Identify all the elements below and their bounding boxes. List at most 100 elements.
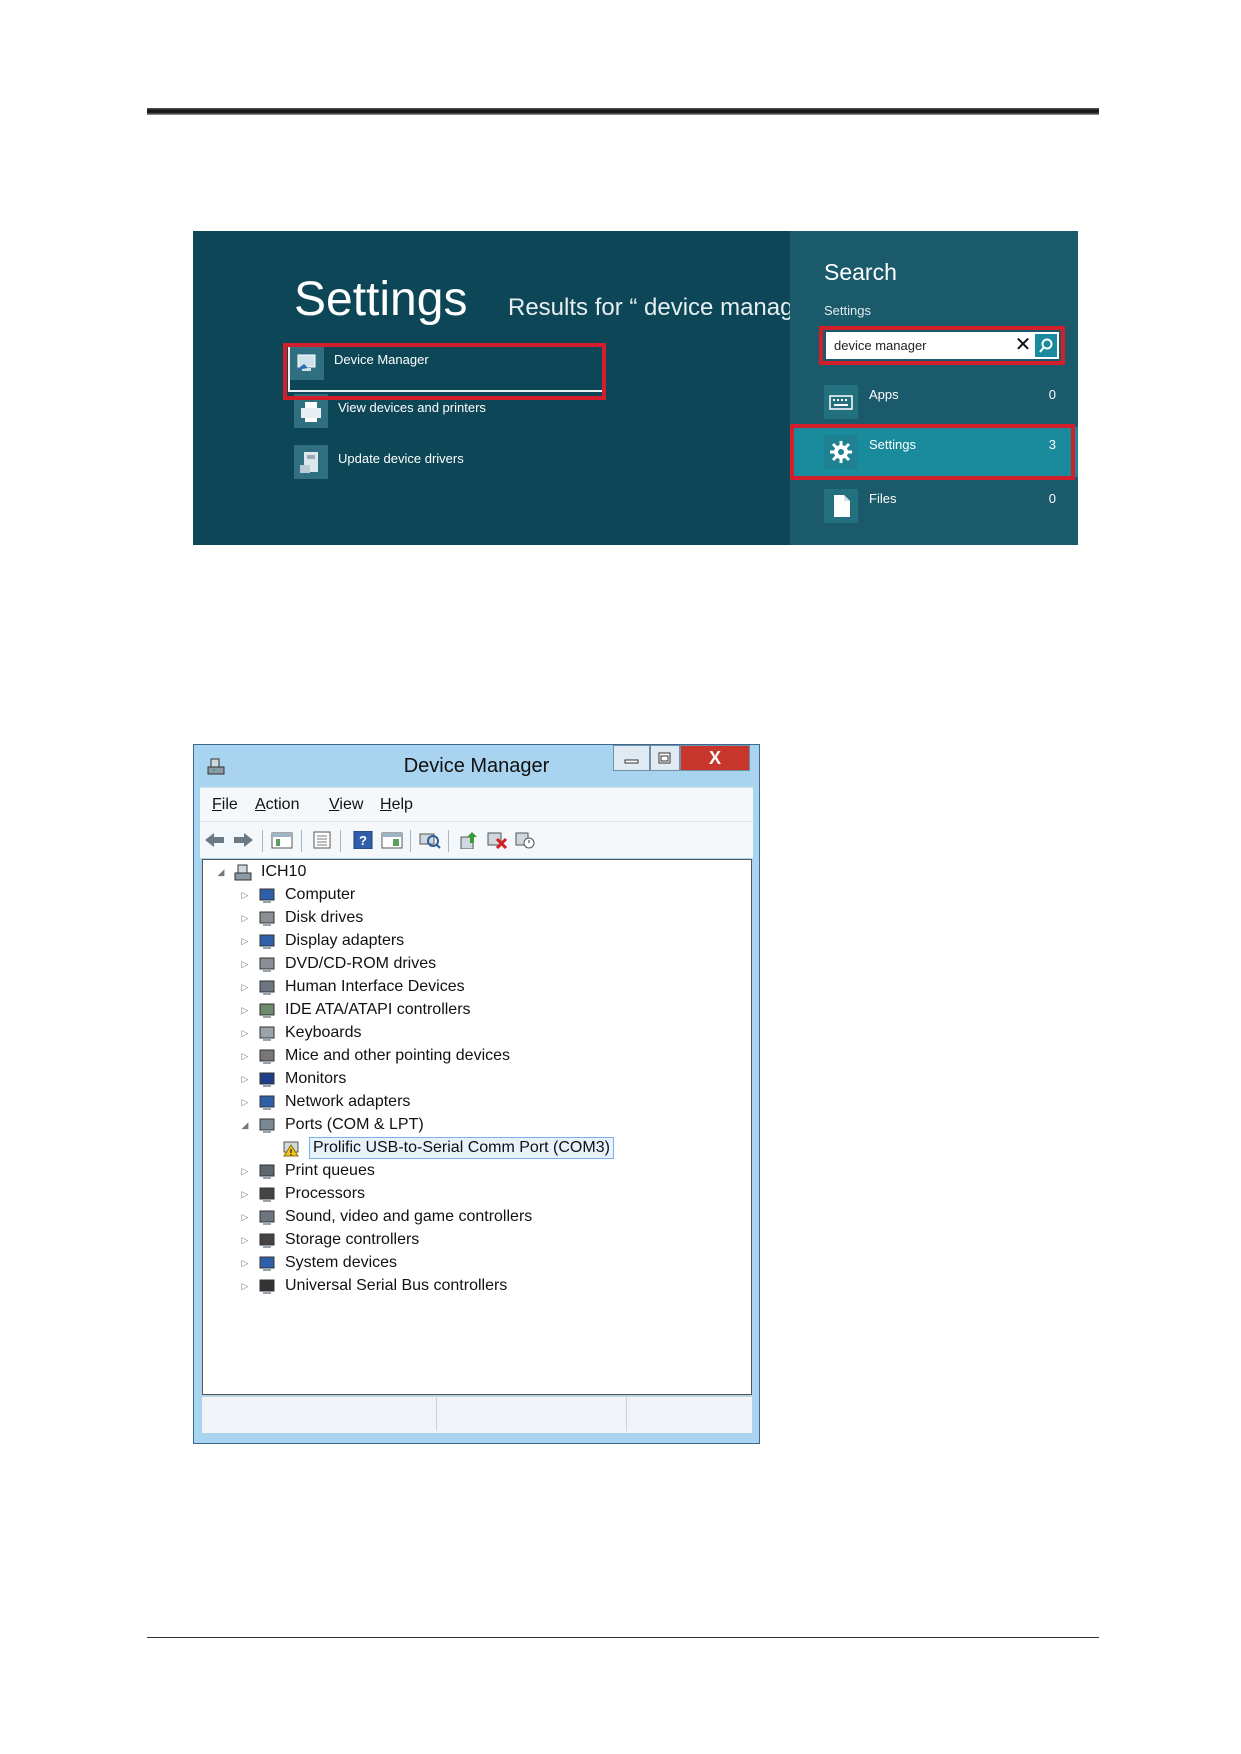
expand-arrow-icon[interactable]: ▷ [239, 890, 251, 901]
expand-arrow-icon[interactable]: ▷ [239, 1074, 251, 1085]
tree-item-label: System devices [285, 1254, 398, 1271]
expand-arrow-icon[interactable]: ▷ [239, 1005, 251, 1016]
results-for-label: Results for “ device manager [508, 294, 815, 321]
tree-category-item[interactable]: ▷ Universal Serial Bus controllers [239, 1274, 507, 1298]
category-count: 0 [1048, 491, 1056, 506]
tree-root[interactable]: ◢ ICH10 [215, 860, 306, 884]
file-icon [824, 489, 858, 523]
system-device-icon [257, 1254, 277, 1272]
help-icon[interactable]: ? [352, 830, 373, 850]
update-driver-icon[interactable] [458, 831, 478, 850]
expand-arrow-icon[interactable]: ▷ [239, 982, 251, 993]
storage-controller-icon [257, 1231, 277, 1249]
expand-arrow-icon[interactable]: ▷ [239, 1166, 251, 1177]
expand-arrow-icon[interactable]: ▷ [239, 1189, 251, 1200]
ide-controller-icon [257, 1001, 277, 1019]
category-label: Apps [869, 387, 899, 402]
svg-text:?: ? [359, 833, 367, 848]
expand-arrow-icon[interactable]: ▷ [239, 1097, 251, 1108]
port-icon [257, 1116, 277, 1134]
result-label: Update device drivers [338, 451, 464, 466]
menu-help[interactable]: Help [380, 796, 413, 814]
highlight-search-box [819, 326, 1065, 365]
category-files[interactable]: Files 0 [790, 481, 1078, 531]
tree-item-label: Sound, video and game controllers [285, 1208, 533, 1225]
tree-item-label: Keyboards [285, 1024, 362, 1041]
tree-category-item[interactable]: ▷ Display adapters [239, 929, 404, 953]
hid-icon [257, 978, 277, 996]
expand-arrow-icon[interactable]: ▷ [239, 1281, 251, 1292]
tree-item-label: Universal Serial Bus controllers [285, 1277, 508, 1294]
mouse-icon [257, 1047, 277, 1065]
tree-category-item[interactable]: ▷ System devices [239, 1251, 397, 1275]
status-separator [626, 1397, 627, 1431]
maximize-button[interactable] [650, 745, 680, 771]
warning-port-icon [281, 1139, 301, 1157]
menu-action[interactable]: Action [255, 796, 299, 814]
tree-category-item[interactable]: ▷ Mice and other pointing devices [239, 1044, 510, 1068]
forward-icon[interactable] [232, 831, 253, 849]
expand-arrow-icon[interactable]: ▷ [239, 913, 251, 924]
tree-device-item[interactable]: Prolific USB-to-Serial Comm Port (COM3) [263, 1136, 614, 1160]
menu-file[interactable]: File [212, 796, 238, 814]
toolbar-separator [340, 830, 341, 852]
tree-item-label: Processors [285, 1185, 366, 1202]
status-bar [202, 1396, 752, 1433]
computer-icon [257, 886, 277, 904]
tree-category-item[interactable]: ◢ Ports (COM & LPT) [239, 1113, 424, 1137]
tree-category-item[interactable]: ▷ Processors [239, 1182, 365, 1206]
toolbar-separator [262, 830, 263, 852]
expand-arrow-icon[interactable]: ▷ [239, 1212, 251, 1223]
tree-category-item[interactable]: ▷ Sound, video and game controllers [239, 1205, 532, 1229]
toolbar-separator [410, 830, 411, 852]
network-adapter-icon [257, 1093, 277, 1111]
tree-category-item[interactable]: ▷ Keyboards [239, 1021, 362, 1045]
category-apps[interactable]: Apps 0 [790, 377, 1078, 427]
expand-arrow-icon[interactable]: ▷ [239, 1258, 251, 1269]
tree-category-item[interactable]: ▷ Network adapters [239, 1090, 410, 1114]
expand-arrow-icon[interactable]: ▷ [239, 1235, 251, 1246]
disk-drive-icon [257, 909, 277, 927]
disable-device-icon[interactable] [514, 831, 535, 849]
expand-arrow-icon[interactable]: ▷ [239, 959, 251, 970]
toolbar: ? [200, 821, 753, 858]
tree-item-label: Computer [285, 886, 356, 903]
usb-icon [257, 1277, 277, 1295]
tree-category-item[interactable]: ▷ Monitors [239, 1067, 346, 1091]
collapse-arrow-icon[interactable]: ◢ [215, 867, 227, 878]
tree-category-item[interactable]: ▷ Disk drives [239, 906, 363, 930]
properties-icon[interactable] [311, 831, 331, 849]
dvd-drive-icon [257, 955, 277, 973]
printer-queue-icon [257, 1162, 277, 1180]
minimize-button[interactable] [613, 745, 650, 771]
result-label: View devices and printers [338, 400, 486, 415]
search-charm-pane: Search Settings ✕ Apps 0 Settings 3 [790, 231, 1078, 545]
tree-category-item[interactable]: ▷ DVD/CD-ROM drives [239, 952, 436, 976]
top-rule [147, 108, 1099, 115]
uninstall-icon[interactable] [486, 831, 508, 850]
result-view-devices-printers[interactable]: View devices and printers [294, 394, 604, 434]
device-tree[interactable]: ◢ ICH10 ▷ Computer ▷ Disk drives ▷ Display ad… [202, 859, 752, 1395]
show-hide-console-tree-icon[interactable] [271, 831, 293, 849]
processor-icon [257, 1185, 277, 1203]
tree-category-item[interactable]: ▷ IDE ATA/ATAPI controllers [239, 998, 471, 1022]
tree-category-item[interactable]: ▷ Computer [239, 883, 355, 907]
title-bar[interactable]: Device Manager X [194, 745, 759, 787]
scan-hardware-icon[interactable] [419, 831, 441, 849]
highlight-settings-category [790, 424, 1075, 480]
highlight-device-manager [283, 343, 606, 400]
collapse-arrow-icon[interactable]: ◢ [239, 1120, 251, 1131]
results-title: Settings [294, 273, 468, 326]
tree-item-label: Print queues [285, 1162, 375, 1179]
expand-arrow-icon[interactable]: ▷ [239, 1051, 251, 1062]
expand-arrow-icon[interactable]: ▷ [239, 1028, 251, 1039]
close-button[interactable]: X [680, 745, 750, 771]
result-update-device-drivers[interactable]: Update device drivers [294, 445, 604, 485]
tree-category-item[interactable]: ▷ Storage controllers [239, 1228, 419, 1252]
tree-category-item[interactable]: ▷ Human Interface Devices [239, 975, 465, 999]
menu-view[interactable]: View [329, 796, 363, 814]
back-icon[interactable] [204, 831, 224, 849]
show-action-pane-icon[interactable] [381, 831, 403, 849]
expand-arrow-icon[interactable]: ▷ [239, 936, 251, 947]
tree-category-item[interactable]: ▷ Print queues [239, 1159, 375, 1183]
